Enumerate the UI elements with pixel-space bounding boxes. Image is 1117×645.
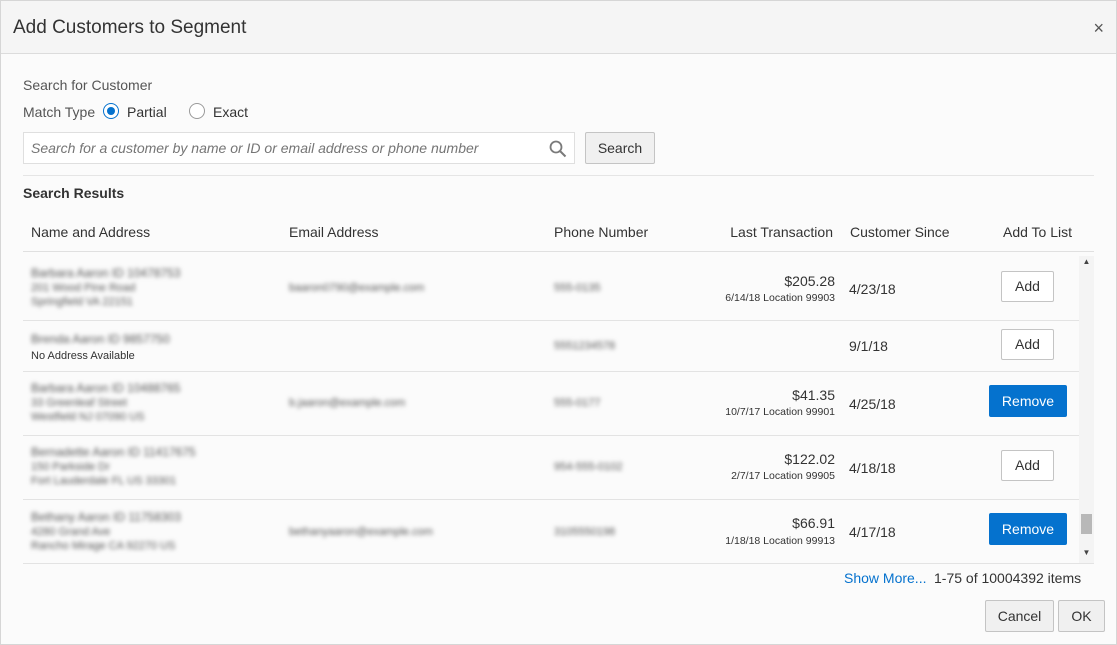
add-button[interactable]: Add — [1001, 329, 1054, 360]
customer-name: Barbara Aaron ID 10488765 — [31, 381, 181, 395]
transaction-detail: 2/7/17 Location 99905 — [731, 470, 835, 482]
customer-address-line1: 33 Greenleaf Street — [31, 397, 128, 409]
show-more-link[interactable]: Show More... — [844, 570, 926, 586]
dialog-title: Add Customers to Segment — [13, 17, 247, 38]
customer-phone: 3105550198 — [554, 526, 616, 538]
transaction-amount: $205.28 — [784, 273, 835, 289]
customer-since: 4/18/18 — [849, 460, 896, 476]
remove-button[interactable]: Remove — [989, 513, 1067, 545]
column-header-customer-since[interactable]: Customer Since — [850, 224, 950, 240]
search-results-title: Search Results — [23, 185, 125, 201]
customer-address-line2: Fort Lauderdale FL US 33301 — [31, 475, 177, 487]
table-header-divider — [23, 251, 1094, 252]
results-scrollbar[interactable]: ▲ ▼ — [1079, 256, 1094, 563]
customer-name: Bethany Aaron ID 11758303 — [31, 510, 181, 524]
customer-address-line1: 4280 Grand Ave — [31, 526, 111, 538]
column-header-last-transaction[interactable]: Last Transaction — [730, 224, 833, 240]
customer-address-line1: 201 Wood Pine Road — [31, 282, 136, 294]
customer-since: 4/23/18 — [849, 281, 896, 297]
match-type-label: Match Type — [23, 104, 96, 120]
customer-phone: 555-0135 — [554, 282, 601, 294]
scroll-down-icon[interactable]: ▼ — [1079, 547, 1094, 559]
customer-phone: 5551234578 — [554, 340, 616, 352]
customer-address-line2: Westfield NJ 07090 US — [31, 411, 145, 423]
exact-radio-label[interactable]: Exact — [213, 104, 248, 120]
partial-radio[interactable] — [103, 103, 119, 119]
search-input[interactable] — [24, 133, 544, 163]
add-button[interactable]: Add — [1001, 450, 1054, 481]
transaction-amount: $41.35 — [792, 387, 835, 403]
customer-name: Barbara Aaron ID 10478753 — [31, 266, 181, 280]
column-header-name[interactable]: Name and Address — [31, 224, 150, 240]
remove-button[interactable]: Remove — [989, 385, 1067, 417]
search-icon[interactable] — [548, 139, 568, 159]
search-section-label: Search for Customer — [23, 77, 153, 93]
transaction-detail: 10/7/17 Location 99901 — [725, 406, 835, 418]
cancel-button[interactable]: Cancel — [985, 600, 1054, 632]
transaction-amount: $66.91 — [792, 515, 835, 531]
customer-name: Bernadette Aaron ID 11417675 — [31, 445, 196, 459]
transaction-detail: 6/14/18 Location 99903 — [725, 292, 835, 304]
exact-radio[interactable] — [189, 103, 205, 119]
add-customers-dialog: Add Customers to Segment × Search for Cu… — [0, 0, 1117, 645]
transaction-detail: 1/18/18 Location 99913 — [725, 535, 835, 547]
results-table-body: Barbara Aaron ID 10478753 201 Wood Pine … — [23, 256, 1079, 563]
divider — [23, 175, 1094, 176]
customer-address-line2: Rancho Mirage CA 92270 US — [31, 540, 176, 552]
table-row: Bernadette Aaron ID 11417675 150 Parksid… — [23, 436, 1079, 500]
customer-since: 4/17/18 — [849, 524, 896, 540]
customer-since: 9/1/18 — [849, 338, 888, 354]
search-field[interactable] — [23, 132, 575, 164]
table-row: Brenda Aaron ID 9857750 No Address Avail… — [23, 321, 1079, 372]
column-header-email[interactable]: Email Address — [289, 224, 378, 240]
search-button[interactable]: Search — [585, 132, 655, 164]
customer-since: 4/25/18 — [849, 396, 896, 412]
customer-address-line1: 150 Parkside Dr — [31, 461, 110, 473]
column-header-add-to-list: Add To List — [1003, 224, 1073, 240]
results-count: 1-75 of 10004392 items — [934, 570, 1082, 586]
customer-phone: 954-555-0102 — [554, 461, 623, 473]
table-row: Barbara Aaron ID 10488765 33 Greenleaf S… — [23, 372, 1079, 436]
scroll-thumb[interactable] — [1081, 514, 1092, 534]
table-bottom-divider — [23, 563, 1094, 564]
table-row: Barbara Aaron ID 10478753 201 Wood Pine … — [23, 256, 1079, 321]
dialog-header: Add Customers to Segment × — [1, 1, 1116, 54]
customer-email: b.jaaron@example.com — [289, 397, 406, 409]
add-button[interactable]: Add — [1001, 271, 1054, 302]
table-row: Bethany Aaron ID 11758303 4280 Grand Ave… — [23, 500, 1079, 563]
customer-name: Brenda Aaron ID 9857750 — [31, 332, 170, 346]
customer-address-line2: Springfield VA 22151 — [31, 296, 133, 308]
customer-phone: 555-0177 — [554, 397, 601, 409]
partial-radio-label[interactable]: Partial — [127, 104, 167, 120]
scroll-up-icon[interactable]: ▲ — [1079, 256, 1094, 268]
customer-email: baaron0790@example.com — [289, 282, 425, 294]
close-icon[interactable]: × — [1093, 18, 1104, 38]
customer-email: bethanyaaron@example.com — [289, 526, 433, 538]
customer-address-line1: No Address Available — [31, 350, 135, 362]
column-header-phone[interactable]: Phone Number — [554, 224, 648, 240]
transaction-amount: $122.02 — [784, 451, 835, 467]
ok-button[interactable]: OK — [1058, 600, 1105, 632]
